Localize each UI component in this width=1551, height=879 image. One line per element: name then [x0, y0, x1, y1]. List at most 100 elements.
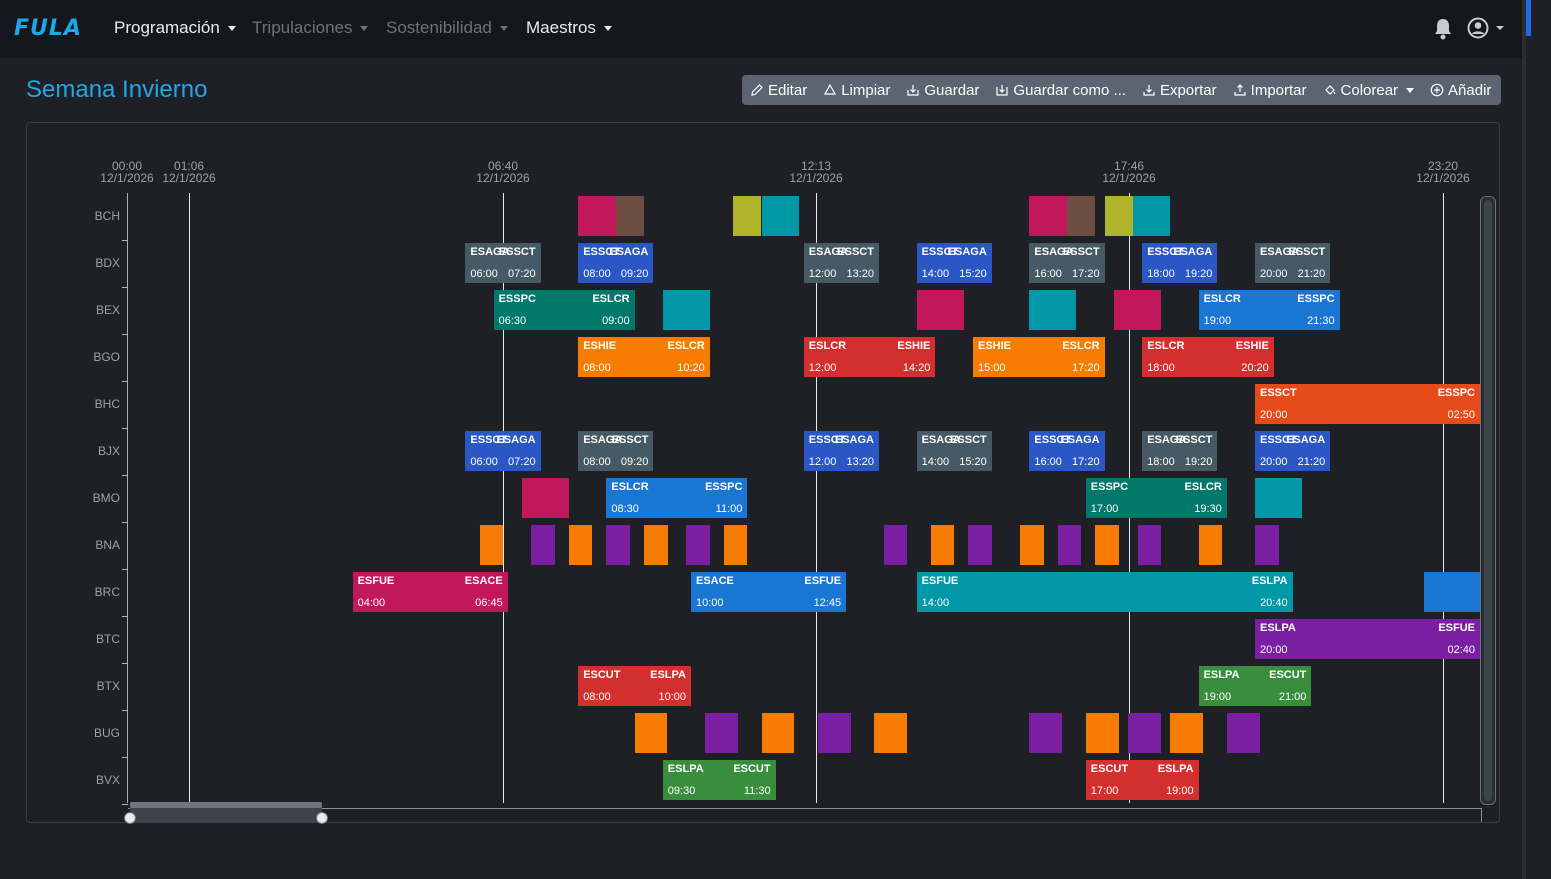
schedule-block[interactable] [968, 525, 992, 565]
vertical-scrollbar[interactable] [1480, 196, 1496, 805]
flight-bar[interactable]: ESHIE ESLCR 15:00 17:20 [973, 337, 1105, 377]
schedule-block[interactable] [1128, 713, 1161, 753]
flight-bar[interactable]: ESLCR ESHIE 12:00 14:20 [803, 337, 936, 377]
schedule-block[interactable] [615, 196, 644, 236]
flight-bar[interactable]: ESAGA ESSCT 20:00 21:20 [1255, 243, 1331, 283]
nav-tripulaciones[interactable]: Tripulaciones [252, 18, 369, 38]
flight-bar[interactable]: ESFUE ESLPA 14:00 20:40 [916, 572, 1293, 612]
schedule-block[interactable] [930, 525, 955, 565]
schedule-block[interactable] [1132, 196, 1171, 236]
nav-maestros[interactable]: Maestros [526, 18, 612, 38]
schedule-block[interactable] [1029, 713, 1063, 753]
flight-bar[interactable]: ESSCT ESAGA 12:00 13:20 [803, 431, 879, 471]
schedule-block[interactable] [606, 525, 630, 565]
schedule-block[interactable] [1085, 713, 1119, 753]
flight-bar[interactable]: ESSCT ESAGA 08:00 09:20 [578, 243, 654, 283]
user-account-icon[interactable] [1467, 17, 1507, 39]
schedule-block[interactable] [568, 525, 593, 565]
flight-bar[interactable]: ESLCR ESSPC 08:30 11:00 [606, 478, 748, 518]
schedule-block[interactable] [662, 290, 710, 330]
flight-bar[interactable]: ESSCT ESAGA 20:00 21:20 [1255, 431, 1331, 471]
schedule-block[interactable] [1255, 478, 1302, 518]
schedule-block[interactable] [1114, 290, 1161, 330]
import-button[interactable]: Importar [1225, 75, 1315, 105]
edit-button-label: Editar [768, 81, 808, 99]
range-start-handle[interactable] [124, 812, 136, 824]
schedule-block[interactable] [733, 196, 762, 236]
schedule-block[interactable] [1226, 713, 1260, 753]
flight-bar[interactable]: ESCUT ESLPA 08:00 10:00 [578, 666, 691, 706]
schedule-block[interactable] [874, 713, 908, 753]
schedule-block[interactable] [578, 196, 616, 236]
flight-bar[interactable]: ESSCT ESAGA 06:00 07:20 [465, 431, 541, 471]
horizontal-scrollbar[interactable] [128, 808, 1482, 822]
schedule-block[interactable] [817, 713, 851, 753]
schedule-block[interactable] [644, 525, 668, 565]
flight-bar[interactable]: ESCUT ESLPA 17:00 19:00 [1085, 760, 1199, 800]
schedule-block[interactable] [761, 713, 795, 753]
window-scroll-thumb[interactable] [1526, 0, 1531, 36]
window-scrollbar[interactable] [1522, 0, 1526, 879]
flight-departure-time: 12:00 [808, 362, 837, 374]
schedule-block[interactable] [1424, 572, 1480, 612]
schedule-block[interactable] [723, 525, 748, 565]
flight-bar[interactable]: ESAGA ESSCT 06:00 07:20 [465, 243, 541, 283]
horizontal-scroll-grip[interactable] [130, 802, 322, 808]
flight-bar[interactable]: ESSCT ESAGA 16:00 17:20 [1029, 431, 1105, 471]
schedule-block[interactable] [1198, 525, 1223, 565]
colorear-dropdown[interactable]: Colorear [1315, 75, 1423, 105]
schedule-block[interactable] [521, 478, 569, 518]
schedule-block[interactable] [883, 525, 908, 565]
schedule-block[interactable] [1067, 196, 1096, 236]
flight-bar[interactable]: ESAGA ESSCT 08:00 09:20 [578, 431, 654, 471]
schedule-block[interactable] [479, 525, 503, 565]
flight-bar[interactable]: ESSPC ESLCR 17:00 19:30 [1085, 478, 1227, 518]
save-as-button[interactable]: Guardar como ... [987, 75, 1134, 105]
clear-button[interactable]: Limpiar [815, 75, 898, 105]
schedule-block[interactable] [634, 713, 668, 753]
schedule-block[interactable] [1095, 525, 1119, 565]
flight-bar[interactable]: ESAGA ESSCT 16:00 17:20 [1029, 243, 1105, 283]
range-end-handle[interactable] [316, 812, 328, 824]
schedule-block[interactable] [1170, 713, 1204, 753]
schedule-block[interactable] [686, 525, 710, 565]
export-button[interactable]: Exportar [1134, 75, 1225, 105]
flight-bar[interactable]: ESLPA ESCUT 19:00 21:00 [1198, 666, 1312, 706]
schedule-block[interactable] [1137, 525, 1161, 565]
flight-bar[interactable]: ESAGA ESSCT 14:00 15:20 [916, 431, 992, 471]
flight-bar[interactable]: ESHIE ESLCR 08:00 10:20 [578, 337, 710, 377]
flight-bar[interactable]: ESSCT ESAGA 14:00 15:20 [916, 243, 992, 283]
schedule-block[interactable] [1029, 290, 1077, 330]
schedule-block[interactable] [531, 525, 555, 565]
nav-sostenibilidad[interactable]: Sostenibilidad [386, 18, 508, 38]
nav-programacion[interactable]: Programación [114, 18, 236, 38]
add-button[interactable]: Añadir [1422, 75, 1499, 105]
save-button[interactable]: Guardar [898, 75, 987, 105]
flight-bar[interactable]: ESSCT ESSPC 20:00 02:50 [1255, 384, 1480, 424]
schedule-block[interactable] [1057, 525, 1082, 565]
paint-bucket-icon [1324, 85, 1336, 95]
flight-bar[interactable]: ESSCT ESAGA 18:00 19:20 [1142, 243, 1218, 283]
schedule-block[interactable] [1104, 196, 1133, 236]
flight-bar[interactable]: ESSPC ESLCR 06:30 09:00 [493, 290, 635, 330]
schedule-block[interactable] [1020, 525, 1044, 565]
flight-bar[interactable]: ESLCR ESSPC 19:00 21:30 [1198, 290, 1340, 330]
vertical-scroll-thumb[interactable] [1484, 200, 1492, 801]
flight-bar[interactable]: ESAGA ESSCT 12:00 13:20 [803, 243, 879, 283]
schedule-block[interactable] [761, 196, 800, 236]
schedule-block[interactable] [705, 713, 738, 753]
schedule-block[interactable] [1255, 525, 1279, 565]
bell-icon[interactable] [1433, 18, 1453, 40]
schedule-block[interactable] [916, 290, 964, 330]
schedule-block[interactable] [1029, 196, 1067, 236]
flight-bar[interactable]: ESACE ESFUE 10:00 12:45 [691, 572, 847, 612]
flight-bar[interactable]: ESAGA ESSCT 18:00 19:20 [1142, 431, 1218, 471]
edit-button[interactable]: Editar [742, 75, 815, 105]
flight-bar[interactable]: ESLPA ESCUT 09:30 11:30 [662, 760, 776, 800]
row-tick [122, 334, 128, 335]
flight-bar[interactable]: ESLCR ESHIE 18:00 20:20 [1142, 337, 1274, 377]
flight-bar[interactable]: ESLPA ESFUE 20:00 02:40 [1255, 619, 1480, 659]
flight-bar[interactable]: ESFUE ESACE 04:00 06:45 [352, 572, 508, 612]
brand-logo[interactable]: FULA [14, 16, 82, 41]
flight-departure-time: 20:00 [1260, 268, 1288, 280]
